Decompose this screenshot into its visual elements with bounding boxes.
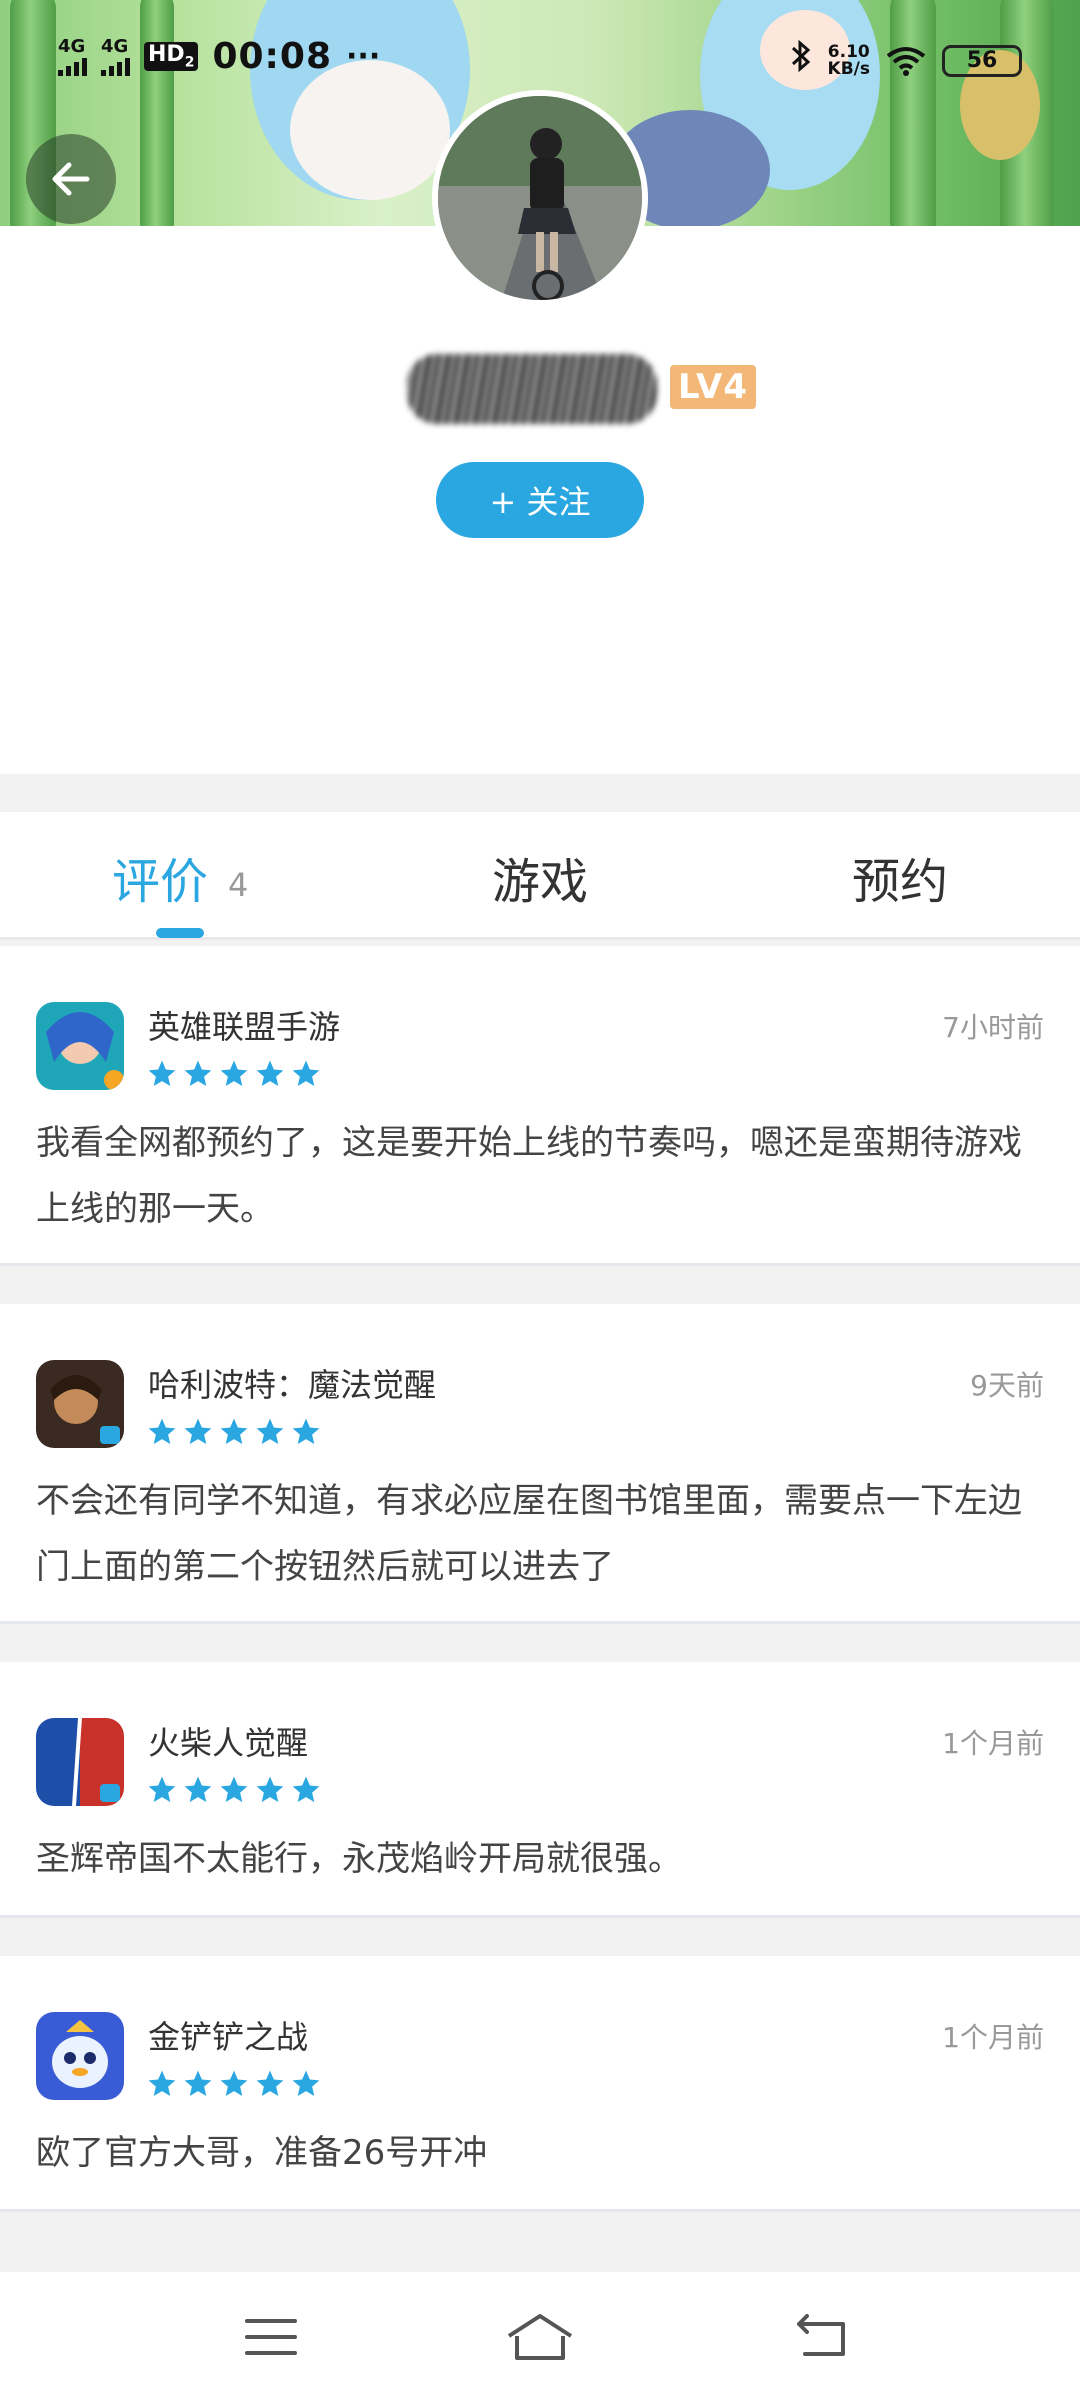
- avatar[interactable]: [432, 90, 648, 306]
- rating-stars: [146, 2068, 322, 2100]
- clock: 00:08: [212, 36, 333, 77]
- star-icon: [220, 1418, 248, 1444]
- review-time: 1个月前: [942, 2021, 1044, 2054]
- signal-1: 4G: [58, 35, 87, 76]
- tab-reviews[interactable]: 评价 4: [112, 842, 248, 912]
- signal-bars-icon: [58, 56, 87, 76]
- game-icon-lol[interactable]: [36, 1002, 124, 1090]
- review-text: 欧了官方大哥，准备26号开冲: [36, 2133, 488, 2173]
- review-item[interactable]: 英雄联盟手游 7小时前 我看全网都预约了，这是要开始上线的节奏吗，嗯还是蛮期待游…: [0, 946, 1080, 1266]
- active-tab-indicator: [156, 928, 204, 938]
- home-icon: [507, 2314, 573, 2360]
- tab-label: 评价: [112, 854, 209, 910]
- rating-stars: [146, 1774, 322, 1806]
- star-icon: [292, 1776, 320, 1802]
- star-icon: [184, 2070, 212, 2096]
- star-icon: [256, 1418, 284, 1444]
- profile-tabs: 评价 4 游戏 预约: [0, 812, 1080, 940]
- game-icon-jinchanchan[interactable]: [36, 2012, 124, 2100]
- review-text: 不会还有同学不知道，有求必应屋在图书馆里面，需要点一下左边门上面的第二个按钮然后…: [36, 1481, 1022, 1587]
- network-type: 4G: [101, 35, 129, 57]
- game-icon-stickman[interactable]: [36, 1718, 124, 1806]
- home-button[interactable]: [505, 2302, 575, 2372]
- star-icon: [148, 1060, 176, 1086]
- review-text: 圣辉帝国不太能行，永茂焰岭开局就很强。: [36, 1839, 682, 1879]
- system-nav-bar: [0, 2272, 1080, 2400]
- star-icon: [256, 1060, 284, 1086]
- star-icon: [292, 1418, 320, 1444]
- star-icon: [292, 2070, 320, 2096]
- game-icon-harry-potter[interactable]: [36, 1360, 124, 1448]
- back-icon: [797, 2314, 845, 2356]
- rating-stars: [146, 1416, 322, 1448]
- star-icon: [148, 2070, 176, 2096]
- star-icon: [184, 1418, 212, 1444]
- star-icon: [184, 1060, 212, 1086]
- network-speed: 6.10 KB/s: [827, 41, 870, 79]
- review-time: 9天前: [970, 1369, 1044, 1402]
- more-notifications-icon: ···: [346, 39, 381, 74]
- hd-voice-badge: HD2: [144, 42, 199, 71]
- review-text: 我看全网都预约了，这是要开始上线的节奏吗，嗯还是蛮期待游戏上线的那一天。: [36, 1123, 1022, 1229]
- battery-level: 56: [966, 48, 998, 73]
- speed-unit: KB/s: [827, 58, 870, 79]
- tab-count: 4: [228, 866, 249, 904]
- game-name[interactable]: 英雄联盟手游: [148, 1002, 340, 1048]
- back-button[interactable]: [26, 134, 116, 224]
- game-name[interactable]: 火柴人觉醒: [148, 1718, 308, 1764]
- game-name[interactable]: 金铲铲之战: [148, 2012, 308, 2058]
- tab-games[interactable]: 游戏: [492, 842, 588, 912]
- arrow-left-icon: [52, 162, 90, 196]
- star-icon: [148, 1418, 176, 1444]
- star-icon: [148, 1776, 176, 1802]
- signal-bars-icon: [101, 56, 130, 76]
- star-icon: [256, 2070, 284, 2096]
- star-icon: [220, 1060, 248, 1086]
- menu-icon: [245, 2319, 297, 2355]
- review-item[interactable]: 哈利波特：魔法觉醒 9天前 不会还有同学不知道，有求必应屋在图书馆里面，需要点一…: [0, 1304, 1080, 1624]
- star-icon: [220, 1776, 248, 1802]
- username-redacted: [407, 354, 657, 424]
- star-icon: [256, 1776, 284, 1802]
- review-time: 1个月前: [942, 1727, 1044, 1760]
- follow-button[interactable]: + 关注: [436, 462, 644, 538]
- bluetooth-icon: [790, 38, 812, 83]
- tab-label: 预约: [852, 854, 949, 910]
- star-icon: [220, 2070, 248, 2096]
- level-badge: LV4: [670, 365, 756, 409]
- game-name[interactable]: 哈利波特：魔法觉醒: [148, 1360, 436, 1406]
- battery-indicator: 56: [942, 44, 1022, 77]
- wifi-icon: [886, 46, 926, 76]
- tab-reservations[interactable]: 预约: [852, 842, 948, 912]
- signal-2: 4G: [101, 35, 130, 76]
- review-item[interactable]: 火柴人觉醒 1个月前 圣辉帝国不太能行，永茂焰岭开局就很强。: [0, 1662, 1080, 1918]
- speed-value: 6.10: [827, 41, 870, 62]
- review-time: 7小时前: [942, 1011, 1044, 1044]
- review-item[interactable]: 金铲铲之战 1个月前 欧了官方大哥，准备26号开冲: [0, 1956, 1080, 2212]
- network-type: 4G: [58, 35, 86, 57]
- back-nav-button[interactable]: [786, 2302, 856, 2372]
- tab-label: 游戏: [492, 854, 589, 910]
- rating-stars: [146, 1058, 322, 1090]
- menu-button[interactable]: [236, 2302, 306, 2372]
- star-icon: [292, 1060, 320, 1086]
- star-icon: [184, 1776, 212, 1802]
